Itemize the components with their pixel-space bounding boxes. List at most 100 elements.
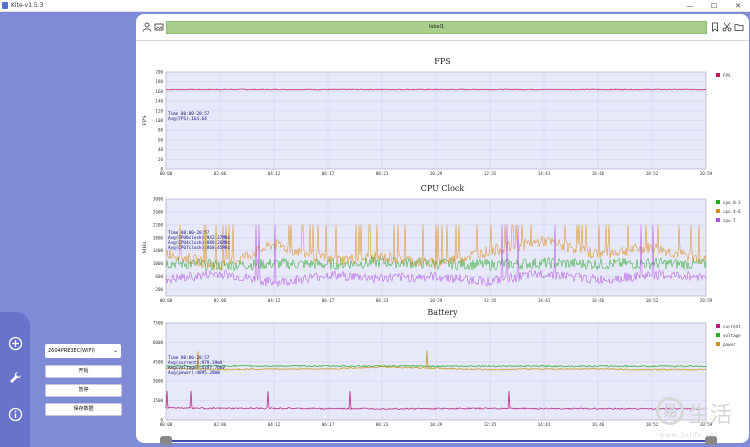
slider-start-handle[interactable] [160, 436, 172, 445]
x-tick-label: 16:46 [592, 171, 605, 176]
watermark: 易 生活 www.3elife.net [650, 395, 750, 447]
pause-button[interactable]: 暂停 [45, 384, 122, 397]
legend-swatch [716, 200, 720, 204]
time-range-slider[interactable] [166, 440, 711, 442]
y-tick-label: 600 [155, 274, 163, 279]
chevron-down-icon: ⌄ [112, 347, 118, 354]
x-tick-label: 14:41 [538, 422, 551, 427]
x-tick-label: 10:29 [430, 298, 443, 303]
x-tick-label: 02:06 [214, 171, 227, 176]
legend-swatch [716, 73, 720, 77]
x-tick-label: 18:52 [646, 171, 659, 176]
label-bar: label1 [166, 21, 707, 34]
scissors-icon[interactable] [722, 22, 732, 32]
window-title: Kite-v1.5.3 [11, 2, 44, 9]
device-select-value: 2604PRE3EC(WIFI) [48, 348, 95, 354]
toolbar: label1 [136, 14, 749, 41]
y-tick-label: 6000 [153, 340, 164, 345]
legend-label: voltage [723, 333, 741, 338]
info-icon[interactable] [8, 407, 23, 422]
cpu-clock-chart: CPU Clock 3000 2600 2200 1800 1400 1000 600 200… [136, 184, 749, 304]
x-tick-label: 00:00 [160, 171, 173, 176]
x-tick-label: 06:17 [322, 298, 335, 303]
save-data-button[interactable]: 保存数据 [45, 403, 122, 416]
maximize-button[interactable]: ☐ [702, 0, 726, 12]
annotation-text: Avg(FPS):164.64 [168, 116, 207, 122]
start-button[interactable]: 开始 [45, 365, 122, 378]
x-tick-label: 02:06 [214, 422, 227, 427]
wrench-icon[interactable] [8, 370, 23, 385]
y-tick-label: 100 [155, 118, 163, 123]
x-tick-label: 20:59 [700, 171, 713, 176]
y-tick-label: 160 [155, 89, 163, 94]
legend-label: cpu 4-6 [723, 209, 741, 214]
app-body: 2604PRE3EC(WIFI) ⌄ 开始 暂停 保存数据 label1 FPS… [0, 12, 750, 447]
x-tick-label: 20:59 [700, 298, 713, 303]
x-tick-label: 08:23 [376, 422, 389, 427]
user-icon[interactable] [142, 22, 152, 32]
watermark-text: 生活 [688, 403, 733, 428]
legend-swatch [716, 209, 720, 213]
legend-label: current [723, 324, 741, 329]
x-tick-label: 14:41 [538, 171, 551, 176]
legend-label: cpu 0-3 [723, 200, 741, 205]
x-tick-label: 10:29 [430, 171, 443, 176]
y-tick-label: 1500 [153, 398, 164, 403]
x-tick-label: 00:00 [160, 422, 173, 427]
app-icon [2, 2, 8, 9]
main-panel: label1 FPS 200 180 160 140 120 100 80 60 40 20 0 00… [136, 14, 749, 445]
x-tick-label: 12:35 [484, 171, 497, 176]
x-tick-label: 00:00 [160, 298, 173, 303]
side-nav [0, 12, 30, 447]
folder-icon[interactable] [734, 22, 744, 32]
cpu-clock-chart-svg: 3000 2600 2200 1800 1400 1000 600 200 00:00 02:06… [142, 197, 741, 304]
y-tick-label: 1400 [153, 248, 164, 253]
x-tick-label: 12:35 [484, 298, 497, 303]
y-tick-label: 80 [158, 128, 164, 133]
image-icon[interactable] [154, 22, 164, 32]
y-tick-label: 7500 [153, 321, 164, 326]
x-tick-label: 10:29 [430, 422, 443, 427]
y-axis-label: FPS [142, 115, 148, 126]
fps-chart: FPS 200 180 160 140 120 100 80 60 40 20 0 00:00 02:0… [136, 57, 749, 177]
device-select[interactable]: 2604PRE3EC(WIFI) ⌄ [45, 344, 121, 358]
legend-swatch [716, 342, 720, 346]
bookmark-icon[interactable] [710, 22, 720, 32]
y-tick-label: 60 [158, 137, 164, 142]
y-tick-label: 3000 [153, 197, 164, 202]
control-panel: 2604PRE3EC(WIFI) ⌄ 开始 暂停 保存数据 [40, 12, 135, 447]
y-tick-label: 1800 [153, 235, 164, 240]
annotation-text: Avg(CPU7clock):868.45MHz [168, 245, 230, 251]
x-tick-label: 12:35 [484, 422, 497, 427]
annotation-text: Avg(power):4095.28mW [168, 370, 220, 376]
x-tick-label: 16:46 [592, 422, 605, 427]
legend-swatch [716, 324, 720, 328]
y-tick-label: 2200 [153, 222, 164, 227]
y-tick-label: 200 [155, 287, 163, 292]
legend-swatch [716, 218, 720, 222]
x-tick-label: 16:46 [592, 298, 605, 303]
y-tick-label: 3000 [153, 379, 164, 384]
y-tick-label: 1000 [153, 261, 164, 266]
minimize-button[interactable]: — [678, 0, 702, 12]
y-tick-label: 40 [158, 147, 164, 152]
x-tick-label: 08:23 [376, 298, 389, 303]
fps-chart-svg: 20018016014012010080604020000:00 02:06 04:… [142, 70, 731, 177]
watermark-url: www.3elife.net [660, 432, 719, 439]
x-tick-label: 04:12 [268, 171, 281, 176]
x-tick-label: 18:52 [646, 298, 659, 303]
y-tick-label: 20 [158, 157, 164, 162]
y-tick-label: 140 [155, 99, 163, 104]
x-tick-label: 04:12 [268, 422, 281, 427]
title-bar: Kite-v1.5.3 — ☐ ✕ [0, 0, 750, 12]
x-tick-label: 14:41 [538, 298, 551, 303]
close-button[interactable]: ✕ [726, 0, 750, 12]
legend-label: power [723, 342, 736, 347]
legend-label: FPS [723, 73, 731, 78]
legend-swatch [716, 333, 720, 337]
side-nav-panel [0, 312, 30, 447]
x-tick-label: 08:23 [376, 171, 389, 176]
y-tick-label: 2600 [153, 209, 164, 214]
add-icon[interactable] [8, 336, 23, 351]
y-tick-label: 200 [155, 70, 163, 75]
